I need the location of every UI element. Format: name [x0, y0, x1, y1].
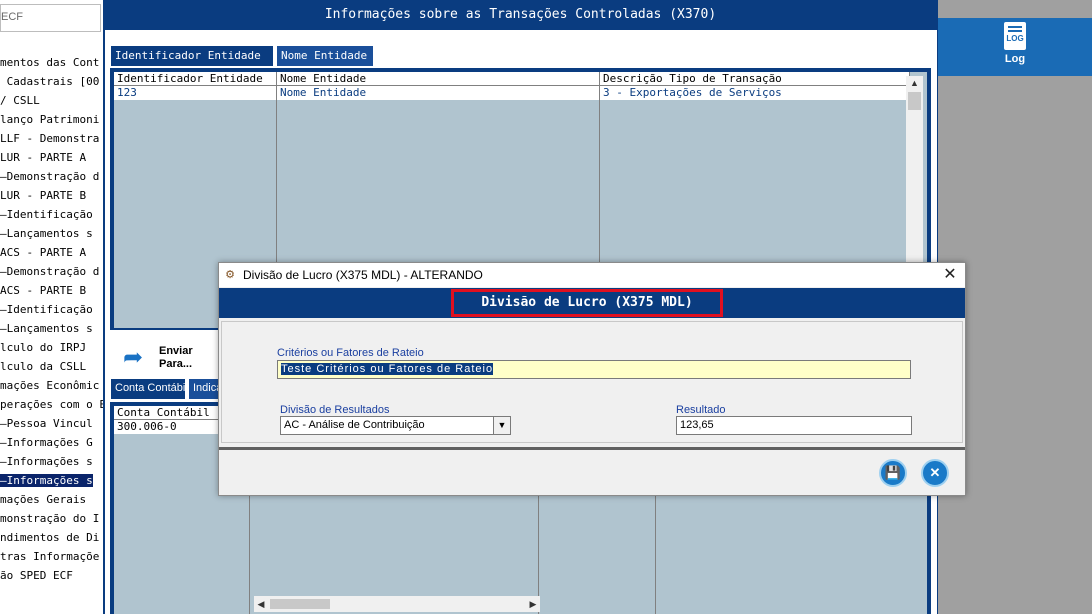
divisao-label: Divisão de Resultados [280, 404, 390, 416]
tree-item[interactable]: —Demonstração d [0, 167, 103, 186]
log-file-icon: LOG [1004, 22, 1026, 50]
cancel-icon: ✕ [929, 465, 941, 480]
log-label: Log [1004, 53, 1026, 65]
tree-item[interactable]: lculo do IRPJ [0, 338, 103, 357]
dialog-separator [219, 447, 965, 450]
log-toolbar: LOG Log [938, 18, 1092, 76]
tree-item[interactable]: Cadastrais [00 [0, 72, 103, 91]
tree-item-selected[interactable]: —Informações s [0, 471, 103, 490]
grid-cell[interactable]: 3 - Exportações de Serviços [600, 86, 910, 100]
criterios-selected-text: Teste Critérios ou Fatores de Rateio [281, 363, 494, 375]
send-label-line2: Para... [159, 358, 193, 370]
tree-item[interactable]: mações Econômic [0, 376, 103, 395]
dialog-titlebar: ⚙ Divisão de Lucro (X375 MDL) - ALTERAND… [219, 263, 965, 287]
send-label-line1: Enviar [159, 345, 193, 357]
close-icon[interactable]: ✕ [941, 266, 959, 284]
tree-item[interactable]: —Lançamentos s [0, 319, 103, 338]
tree-item[interactable]: LLF - Demonstra [0, 129, 103, 148]
tree-item[interactable]: ão SPED ECF [0, 566, 103, 585]
resultado-label: Resultado [676, 404, 726, 416]
cancel-button[interactable]: ✕ [921, 459, 949, 487]
scroll-up-icon[interactable]: ▲ [906, 76, 923, 90]
chevron-down-icon[interactable]: ▼ [493, 417, 510, 434]
tree-search-input[interactable]: ECF [0, 4, 101, 32]
tree-item[interactable]: / CSLL [0, 91, 103, 110]
tree-item[interactable]: monstração do I [0, 509, 103, 528]
tree-item-selected-label: —Informações s [0, 474, 93, 487]
tab-nome-entidade[interactable]: Nome Entidade [276, 45, 374, 67]
tab-identificador-entidade[interactable]: Identificador Entidade [110, 45, 274, 67]
tree-item[interactable]: ACS - PARTE A [0, 243, 103, 262]
log-button[interactable]: LOG Log [990, 22, 1040, 76]
grid1-tabs: Identificador Entidade Nome Entidade [110, 45, 510, 67]
send-arrow-icon: ➦ [123, 344, 144, 371]
dialog-header-title: Divisão de Lucro (X375 MDL) [451, 289, 723, 317]
criterios-input[interactable]: Teste Critérios ou Fatores de Rateio [277, 360, 911, 379]
save-button[interactable]: 💾 [879, 459, 907, 487]
tree-item[interactable]: ndimentos de Di [0, 528, 103, 547]
scroll-thumb[interactable] [908, 92, 921, 110]
grid-cell[interactable]: 123 [114, 86, 277, 100]
save-icon: 💾 [884, 465, 902, 480]
grid-cell[interactable]: Nome Entidade [277, 86, 600, 100]
navigation-tree-panel: ECF mentos das Cont Cadastrais [00 / CSL… [0, 0, 103, 614]
send-to-button[interactable]: ➦ Enviar Para... [113, 336, 223, 380]
tree-item[interactable]: ACS - PARTE B [0, 281, 103, 300]
tree-item[interactable]: —Informações s [0, 452, 103, 471]
tree-list: mentos das Cont Cadastrais [00 / CSLL la… [0, 53, 103, 585]
tree-item[interactable]: —Demonstração d [0, 262, 103, 281]
tree-item[interactable]: mações Gerais [0, 490, 103, 509]
tree-item[interactable]: LUR - PARTE B [0, 186, 103, 205]
divisao-lucro-dialog: ⚙ Divisão de Lucro (X375 MDL) - ALTERAND… [218, 262, 966, 496]
divisao-select[interactable]: AC - Análise de Contribuição ▼ [280, 416, 511, 435]
dialog-title: Divisão de Lucro (X375 MDL) - ALTERANDO [243, 268, 483, 282]
tab-conta-contabil[interactable]: Conta Contábil [110, 378, 188, 400]
column-header-nome[interactable]: Nome Entidade [277, 72, 600, 86]
tree-item[interactable]: lculo da CSLL [0, 357, 103, 376]
send-to-label: Enviar Para... [159, 345, 219, 371]
dialog-form: Critérios ou Fatores de Rateio Teste Cri… [221, 321, 963, 443]
column-header-identificador[interactable]: Identificador Entidade [114, 72, 277, 86]
tree-item[interactable]: lanço Patrimoni [0, 110, 103, 129]
tree-item[interactable]: tras Informaçõe [0, 547, 103, 566]
tree-item[interactable]: LUR - PARTE A [0, 148, 103, 167]
divisao-selected-value: AC - Análise de Contribuição [284, 419, 425, 431]
scroll-thumb[interactable] [270, 599, 330, 609]
app-icon: ⚙ [225, 269, 235, 281]
horizontal-scrollbar[interactable]: ◀ ▶ [254, 596, 540, 612]
tree-item[interactable]: mentos das Cont [0, 53, 103, 72]
tree-item[interactable]: —Identificação [0, 300, 103, 319]
criterios-label: Critérios ou Fatores de Rateio [277, 347, 424, 359]
column-header-descricao[interactable]: Descrição Tipo de Transação [600, 72, 910, 86]
tree-item[interactable]: —Pessoa Vincul [0, 414, 103, 433]
dialog-header: Divisão de Lucro (X375 MDL) [219, 288, 965, 318]
scroll-left-icon[interactable]: ◀ [254, 597, 268, 611]
tree-item[interactable]: —Informações G [0, 433, 103, 452]
tree-item[interactable]: —Lançamentos s [0, 224, 103, 243]
tree-item[interactable]: —Identificação [0, 205, 103, 224]
tree-item[interactable]: perações com o E [0, 395, 103, 414]
scroll-right-icon[interactable]: ▶ [526, 597, 540, 611]
window-title: Informações sobre as Transações Controla… [324, 7, 717, 22]
resultado-input[interactable]: 123,65 [676, 416, 912, 435]
